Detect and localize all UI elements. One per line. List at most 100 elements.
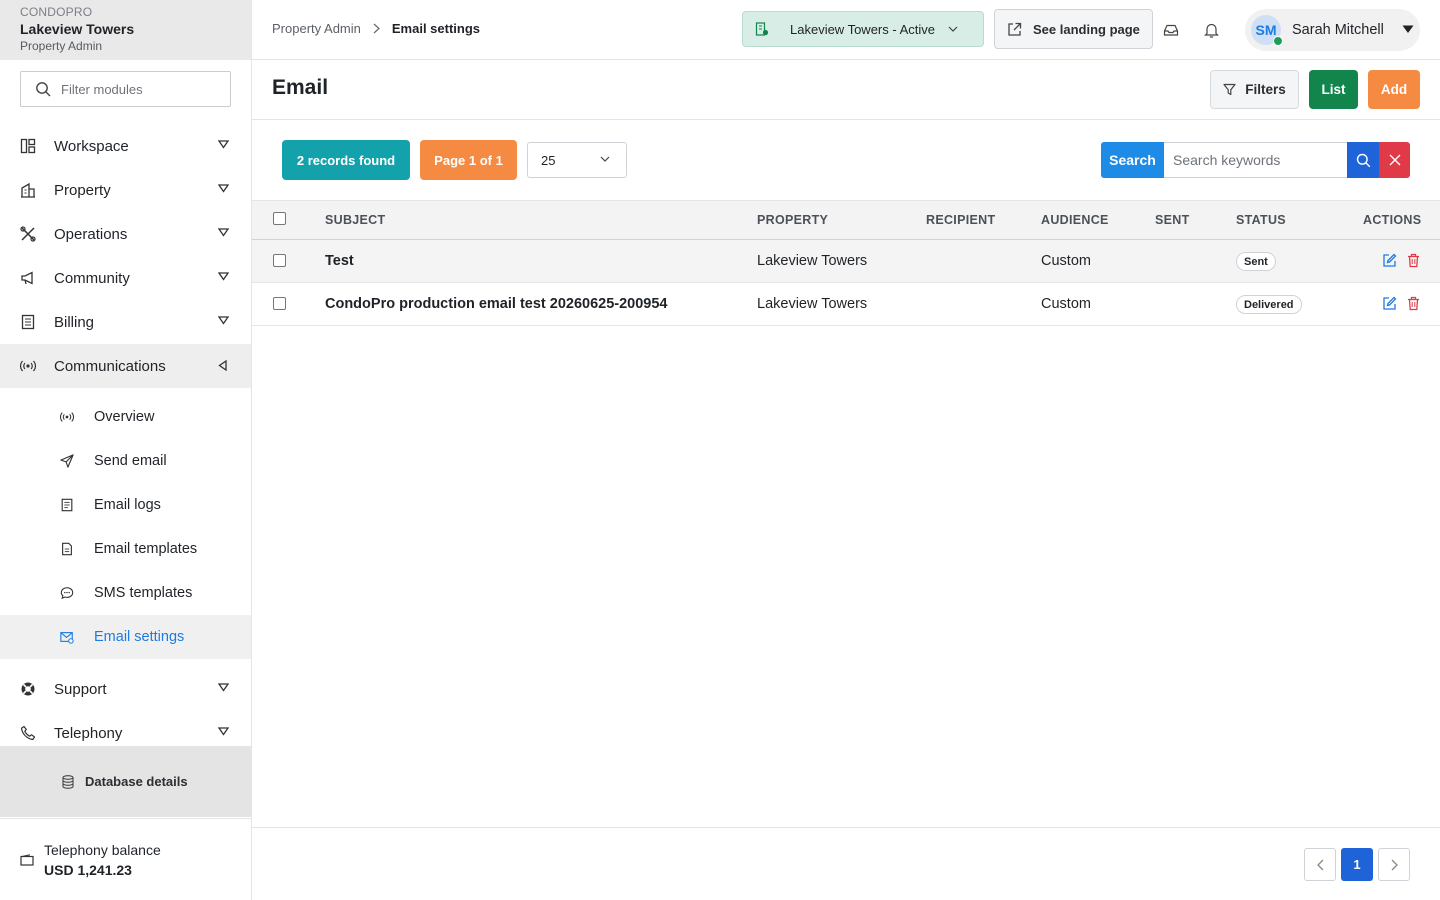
communications-submenu: Overview Send email Email logs Email tem… xyxy=(0,388,251,659)
search-input[interactable] xyxy=(1173,152,1338,168)
bell-icon[interactable] xyxy=(1202,21,1220,39)
sidebar-subitem-overview[interactable]: Overview xyxy=(0,395,251,439)
column-header-audience[interactable]: AUDIENCE xyxy=(1041,213,1109,227)
page-title: Email xyxy=(272,76,329,99)
pagination-footer: 1 xyxy=(252,827,1440,900)
billing-icon xyxy=(20,314,36,330)
sidebar-subitem-sms-templates[interactable]: SMS templates xyxy=(0,571,251,615)
table-row[interactable]: Test Lakeview Towers Custom Sent xyxy=(252,240,1440,283)
breadcrumb: Property Admin Email settings xyxy=(272,21,480,36)
search-submit-button[interactable] xyxy=(1347,142,1379,178)
filters-label: Filters xyxy=(1245,82,1286,97)
top-bar: Property Admin Email settings Lakeview T… xyxy=(252,0,1440,60)
caret-left-icon xyxy=(218,360,227,371)
see-landing-page-button[interactable]: See landing page xyxy=(994,9,1153,49)
trash-icon[interactable] xyxy=(1407,296,1420,316)
cell-audience: Custom xyxy=(1041,253,1091,269)
previous-page-button[interactable] xyxy=(1304,848,1336,881)
property-selector[interactable]: Lakeview Towers - Active xyxy=(742,11,984,47)
caret-down-icon xyxy=(218,140,229,149)
wallet-icon xyxy=(20,853,34,866)
table-header: SUBJECT PROPERTY RECIPIENT AUDIENCE SENT… xyxy=(252,200,1440,240)
chevron-right-icon xyxy=(373,23,380,34)
sidebar-subitem-email-settings[interactable]: Email settings xyxy=(0,615,251,659)
sidebar-item-property[interactable]: Property xyxy=(0,168,251,212)
per-page-select[interactable]: 25 xyxy=(527,142,627,178)
next-page-button[interactable] xyxy=(1378,848,1410,881)
building-icon xyxy=(20,182,36,198)
sidebar-item-communications[interactable]: Communications xyxy=(0,344,251,388)
filter-modules-field[interactable] xyxy=(20,71,231,107)
chevron-left-icon xyxy=(1316,859,1323,870)
caret-down-icon xyxy=(1402,25,1414,33)
caret-down-icon xyxy=(218,683,229,692)
filter-modules-input[interactable] xyxy=(61,81,211,97)
sidebar-subitem-email-logs[interactable]: Email logs xyxy=(0,483,251,527)
sidebar-subitem-send-email[interactable]: Send email xyxy=(0,439,251,483)
table-row[interactable]: CondoPro production email test 20260625-… xyxy=(252,283,1440,326)
add-button[interactable]: Add xyxy=(1368,70,1420,109)
list-button[interactable]: List xyxy=(1309,70,1358,109)
cell-subject[interactable]: CondoPro production email test 20260625-… xyxy=(325,296,668,312)
select-all-checkbox[interactable] xyxy=(273,212,286,225)
database-icon xyxy=(62,774,74,789)
sidebar-item-label: Support xyxy=(54,680,107,698)
avatar: SM xyxy=(1251,15,1283,46)
database-details-button[interactable]: Database details xyxy=(0,746,251,817)
edit-icon[interactable] xyxy=(1382,253,1397,273)
building-status-icon xyxy=(755,22,769,36)
search-icon xyxy=(36,82,51,97)
sidebar-item-label: Billing xyxy=(54,313,95,331)
sidebar-item-operations[interactable]: Operations xyxy=(0,212,251,256)
avatar-initials: SM xyxy=(1255,22,1277,38)
sidebar-subitem-email-templates[interactable]: Email templates xyxy=(0,527,251,571)
breadcrumb-parent[interactable]: Property Admin xyxy=(272,21,361,36)
inbox-icon[interactable] xyxy=(1162,21,1180,39)
sidebar-item-support[interactable]: Support xyxy=(0,667,251,711)
filters-button[interactable]: Filters xyxy=(1210,70,1299,109)
cell-subject[interactable]: Test xyxy=(325,253,354,269)
sidebar-item-label: Operations xyxy=(54,225,128,243)
chevron-down-icon xyxy=(948,26,958,32)
cell-property: Lakeview Towers xyxy=(757,296,868,312)
column-header-sent[interactable]: SENT xyxy=(1155,213,1190,227)
send-icon xyxy=(60,454,74,468)
close-icon xyxy=(1389,154,1400,166)
chevron-right-icon xyxy=(1391,859,1398,870)
trash-icon[interactable] xyxy=(1407,253,1420,273)
template-icon xyxy=(60,542,74,556)
clear-search-button[interactable] xyxy=(1379,142,1410,178)
search-label: Search xyxy=(1101,142,1164,178)
column-header-subject[interactable]: SUBJECT xyxy=(325,213,385,227)
sidebar-item-billing[interactable]: Billing xyxy=(0,300,251,344)
sidebar-subitem-label: Email settings xyxy=(94,629,185,645)
lifebuoy-icon xyxy=(20,681,36,697)
column-header-property[interactable]: PROPERTY xyxy=(757,213,828,227)
current-page-button[interactable]: 1 xyxy=(1341,848,1373,881)
edit-icon[interactable] xyxy=(1382,296,1397,316)
page-header: Email Filters List Add xyxy=(252,60,1440,120)
column-header-recipient[interactable]: RECIPIENT xyxy=(926,213,995,227)
caret-down-icon xyxy=(218,272,229,281)
row-checkbox[interactable] xyxy=(273,297,286,310)
sidebar-nav-after: Support Telephony xyxy=(0,667,251,755)
workspace-icon xyxy=(20,138,36,154)
brand-block: CONDOPRO Lakeview Towers Property Admin xyxy=(0,0,251,60)
search-field[interactable] xyxy=(1164,142,1347,178)
sidebar-subitem-label: SMS templates xyxy=(94,585,193,601)
balance-value: USD 1,241.23 xyxy=(44,861,132,878)
sidebar: CONDOPRO Lakeview Towers Property Admin … xyxy=(0,0,252,900)
sidebar-item-workspace[interactable]: Workspace xyxy=(0,124,251,168)
per-page-value: 25 xyxy=(541,152,556,168)
status-badge: Sent xyxy=(1236,252,1276,271)
caret-down-icon xyxy=(218,228,229,237)
property-name: Lakeview Towers xyxy=(20,21,135,37)
log-icon xyxy=(60,498,74,512)
user-menu[interactable]: SM Sarah Mitchell xyxy=(1245,9,1420,51)
row-checkbox[interactable] xyxy=(273,254,286,267)
sidebar-item-community[interactable]: Community xyxy=(0,256,251,300)
phone-icon xyxy=(20,725,36,741)
caret-down-icon xyxy=(218,316,229,325)
column-header-status[interactable]: STATUS xyxy=(1236,213,1286,227)
sidebar-item-label: Community xyxy=(54,269,130,287)
